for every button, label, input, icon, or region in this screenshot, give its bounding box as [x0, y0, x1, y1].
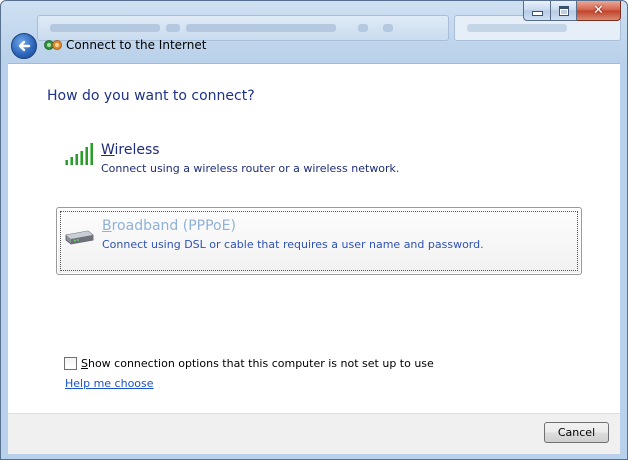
option-broadband[interactable]: Broadband (PPPoE) Connect using DSL or c… — [56, 207, 582, 275]
show-options-label[interactable]: Show connection options that this comput… — [81, 357, 434, 370]
option-wireless[interactable]: Wireless Connect using a wireless router… — [56, 142, 580, 182]
window-title: Connect to the Internet — [66, 38, 207, 52]
maximize-icon — [558, 5, 569, 16]
option-wireless-title: Wireless — [101, 142, 160, 158]
cancel-button[interactable]: Cancel — [544, 422, 609, 443]
minimize-icon — [531, 11, 543, 16]
wireless-signal-icon — [65, 143, 93, 165]
broadband-modem-icon — [65, 230, 94, 245]
network-wizard-icon — [44, 40, 62, 50]
close-icon: ✕ — [593, 3, 604, 18]
show-options-checkbox[interactable] — [64, 357, 77, 370]
wizard-footer: Cancel — [8, 413, 620, 454]
option-broadband-description: Connect using DSL or cable that requires… — [102, 238, 484, 251]
minimize-button[interactable] — [523, 1, 551, 21]
close-button[interactable]: ✕ — [577, 1, 621, 21]
show-options-row: Show connection options that this comput… — [64, 357, 434, 370]
help-me-choose-link[interactable]: Help me choose — [65, 377, 154, 390]
window-controls: ✕ — [523, 1, 621, 21]
back-button[interactable] — [11, 33, 37, 59]
option-broadband-title: Broadband (PPPoE) — [102, 218, 236, 234]
maximize-button[interactable] — [551, 1, 577, 21]
option-wireless-description: Connect using a wireless router or a wir… — [101, 162, 400, 175]
wizard-window: ✕ Connect to the Internet How do you wan… — [0, 0, 628, 460]
wizard-content: How do you want to connect? Wireless Con… — [8, 63, 620, 414]
back-arrow-icon — [18, 40, 31, 52]
title-bar: ✕ Connect to the Internet — [1, 1, 627, 63]
page-heading: How do you want to connect? — [47, 88, 255, 104]
